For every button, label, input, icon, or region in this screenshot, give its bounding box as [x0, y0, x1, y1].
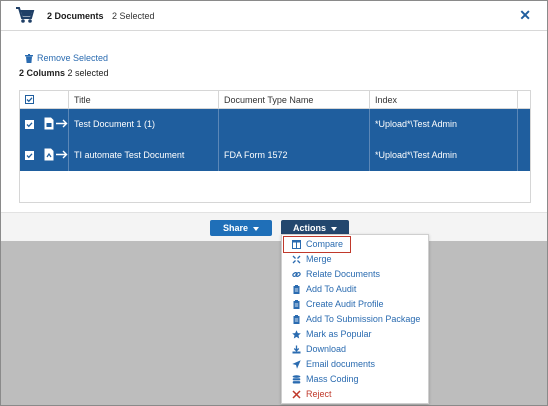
chevron-down-icon	[331, 226, 337, 231]
menu-item-label: Reject	[306, 389, 332, 399]
menu-item-label: Mass Coding	[306, 374, 359, 384]
cell-index: *Upload*\Test Admin	[369, 140, 517, 171]
menu-item-label: Download	[306, 344, 347, 354]
link-icon	[292, 271, 301, 278]
column-header-filler	[517, 91, 530, 109]
document-icon	[44, 148, 54, 161]
database-icon	[292, 375, 301, 384]
menu-item-create-audit-profile[interactable]: Create Audit Profile	[284, 297, 426, 312]
row-checkbox[interactable]	[25, 120, 34, 129]
select-all-cell	[20, 91, 68, 109]
documents-panel: 2 Documents 2 Selected ✕ Remove Selected…	[1, 1, 547, 241]
selected-count: 2 Selected	[112, 11, 155, 21]
cell-title: Test Document 1 (1)	[68, 109, 218, 140]
trash-icon	[25, 53, 33, 63]
column-header-title[interactable]: Title	[68, 91, 218, 109]
chevron-down-icon	[253, 226, 259, 231]
remove-selected-button[interactable]: Remove Selected	[25, 53, 108, 63]
menu-item-mark-as-popular[interactable]: Mark as Popular	[284, 327, 426, 342]
menu-item-merge[interactable]: Merge	[284, 252, 426, 267]
menu-item-reject[interactable]: Reject	[284, 387, 426, 402]
cell-document-type	[218, 109, 369, 140]
row-icons	[44, 117, 68, 130]
panel-footer: Share Actions	[1, 212, 547, 241]
row-checkbox[interactable]	[25, 151, 34, 160]
column-header-index[interactable]: Index	[369, 91, 517, 109]
columns-icon	[292, 240, 301, 249]
cell-filler	[517, 109, 530, 140]
clipboard-icon	[293, 315, 300, 324]
cell-index: *Upload*\Test Admin	[369, 109, 517, 140]
select-all-checkbox[interactable]	[25, 95, 34, 104]
remove-selected-label: Remove Selected	[37, 53, 109, 63]
menu-item-mass-coding[interactable]: Mass Coding	[284, 372, 426, 387]
merge-arrows-icon	[292, 255, 301, 264]
clipboard-icon	[293, 300, 300, 309]
table-row[interactable]: TI automate Test Document FDA Form 1572 …	[20, 140, 530, 171]
menu-item-label: Create Audit Profile	[306, 299, 384, 309]
document-icon	[44, 117, 54, 130]
columns-count: 2 Columns	[19, 68, 66, 78]
cell-title: TI automate Test Document	[68, 140, 218, 171]
documents-table: Title Document Type Name Index Test Docu…	[19, 90, 531, 203]
columns-summary: 2 Columns 2 selected	[19, 68, 109, 78]
row-icons	[44, 148, 68, 161]
documents-count: 2 Documents	[47, 11, 104, 21]
menu-item-add-to-submission-package[interactable]: Add To Submission Package	[284, 312, 426, 327]
actions-label: Actions	[292, 223, 326, 233]
menu-item-label: Merge	[306, 254, 332, 264]
arrow-right-icon	[56, 119, 68, 128]
share-label: Share	[222, 223, 248, 233]
menu-item-add-to-audit[interactable]: Add To Audit	[284, 282, 426, 297]
table-row[interactable]: Test Document 1 (1) *Upload*\Test Admin	[20, 109, 530, 140]
menu-item-download[interactable]: Download	[284, 342, 426, 357]
menu-item-label: Add To Submission Package	[306, 314, 421, 324]
columns-selected: 2 selected	[67, 68, 109, 78]
download-icon	[292, 345, 301, 354]
menu-item-relate-documents[interactable]: Relate Documents	[284, 267, 426, 282]
menu-item-label: Relate Documents	[306, 269, 381, 279]
shopping-cart-icon	[16, 7, 35, 23]
menu-item-label: Email documents	[306, 359, 376, 369]
arrow-right-icon	[56, 150, 68, 159]
table-header: Title Document Type Name Index	[20, 91, 530, 109]
menu-item-label: Add To Audit	[306, 284, 357, 294]
share-button[interactable]: Share	[210, 220, 272, 236]
panel-header: 2 Documents 2 Selected ✕	[1, 1, 547, 31]
close-icon	[292, 390, 301, 399]
star-icon	[292, 330, 301, 339]
actions-menu: Compare Merge Relate Documents Add To Au…	[281, 234, 429, 404]
menu-item-compare[interactable]: Compare	[283, 236, 351, 253]
cell-document-type: FDA Form 1572	[218, 140, 369, 171]
close-icon[interactable]: ✕	[519, 7, 531, 24]
menu-item-label: Compare	[306, 239, 344, 249]
send-icon	[292, 360, 301, 369]
panel-content: Remove Selected 2 Columns 2 selected Tit…	[1, 32, 547, 212]
menu-item-email-documents[interactable]: Email documents	[284, 357, 426, 372]
column-header-document-type[interactable]: Document Type Name	[218, 91, 369, 109]
cell-filler	[517, 140, 530, 171]
clipboard-icon	[293, 285, 300, 294]
menu-item-label: Mark as Popular	[306, 329, 372, 339]
